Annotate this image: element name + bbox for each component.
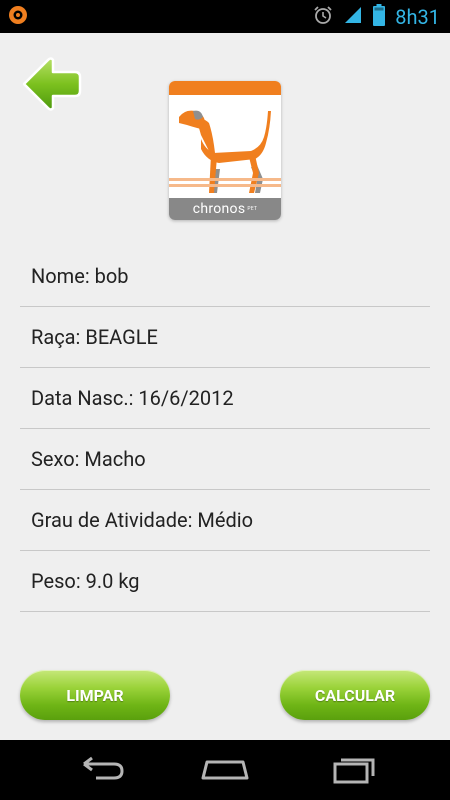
nav-recent-apps-button[interactable] [325, 754, 385, 786]
logo-top-band [169, 81, 281, 95]
home-nav-icon [195, 760, 255, 790]
logo-text: chronos [192, 201, 246, 217]
back-arrow-icon [20, 57, 82, 117]
pet-profile-screen: chronos PET Nome: bob Raça: BEAGLE Data N… [0, 33, 450, 740]
alarm-icon [313, 5, 333, 29]
weight-field: Peso: 9.0 kg [20, 551, 430, 612]
logo-caption: chronos PET [169, 198, 281, 220]
breed-field: Raça: BEAGLE [20, 307, 430, 368]
signal-icon [343, 5, 363, 29]
app-notification-icon [8, 5, 28, 29]
status-bar: 8h31 [0, 0, 450, 33]
back-button[interactable] [20, 55, 82, 113]
status-time: 8h31 [395, 4, 440, 29]
battery-icon [373, 3, 386, 30]
clear-button[interactable]: LIMPAR [20, 670, 170, 720]
name-field: Nome: bob [20, 246, 430, 307]
nav-home-button[interactable] [195, 754, 255, 786]
birth-date-field: Data Nasc.: 16/6/2012 [20, 368, 430, 429]
activity-level-field: Grau de Atividade: Médio [20, 490, 430, 551]
calculate-button[interactable]: CALCULAR [280, 670, 430, 720]
logo-subtext: PET [247, 206, 258, 212]
system-nav-bar [0, 740, 450, 800]
logo-stripe [169, 184, 281, 187]
nav-back-button[interactable] [70, 754, 130, 786]
sex-field: Sexo: Macho [20, 429, 430, 490]
logo-stripe [169, 178, 281, 181]
chronos-pet-logo: chronos PET [169, 81, 281, 220]
back-nav-icon [70, 756, 130, 790]
recent-apps-icon [325, 758, 385, 790]
pet-info-list: Nome: bob Raça: BEAGLE Data Nasc.: 16/6/… [20, 246, 430, 612]
